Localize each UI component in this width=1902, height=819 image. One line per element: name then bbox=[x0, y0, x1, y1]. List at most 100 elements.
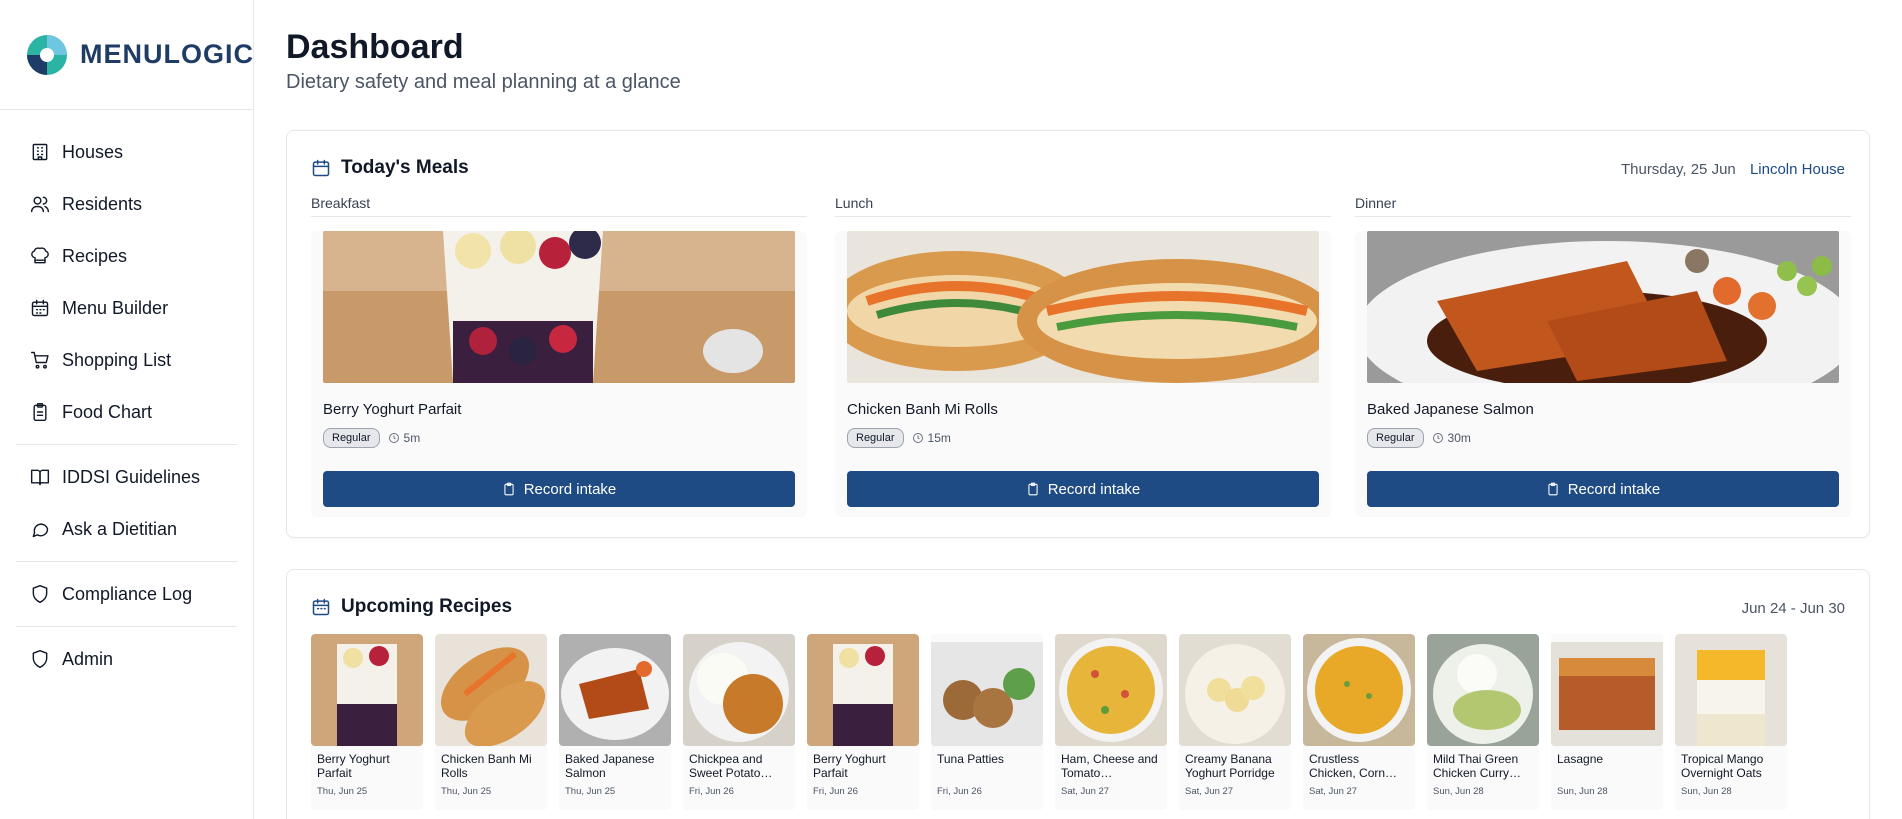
record-intake-button[interactable]: Record intake bbox=[323, 471, 795, 507]
meal-name[interactable]: Baked Japanese Salmon bbox=[1367, 401, 1839, 418]
clipboard-icon bbox=[33, 402, 47, 422]
recipe-card[interactable]: Chicken Banh Mi Rolls Thu, Jun 25 bbox=[435, 634, 547, 810]
recipe-image bbox=[807, 634, 919, 746]
sidebar-item-ask-a-dietitian[interactable]: Ask a Dietitian bbox=[0, 503, 253, 555]
prep-time-value: 30m bbox=[1447, 431, 1471, 445]
recipe-image bbox=[1055, 634, 1167, 746]
today-date: Thursday, 25 Jun bbox=[1620, 161, 1736, 178]
meal-name[interactable]: Chicken Banh Mi Rolls bbox=[847, 401, 1319, 418]
meal-tags: Regular 15m bbox=[847, 428, 1319, 448]
diet-tag: Regular bbox=[1367, 428, 1424, 448]
card-title: Upcoming Recipes bbox=[341, 596, 513, 617]
card-header: Today's Meals bbox=[311, 157, 469, 179]
shield-icon bbox=[32, 649, 48, 669]
sidebar-item-menu-builder[interactable]: Menu Builder bbox=[0, 282, 253, 334]
meal-card: Baked Japanese Salmon Regular 30m Record… bbox=[1355, 231, 1851, 517]
prep-time-value: 5m bbox=[403, 431, 421, 445]
recipe-date: Sat, Jun 27 bbox=[1185, 786, 1234, 797]
sidebar-item-compliance-log[interactable]: Compliance Log bbox=[0, 568, 253, 620]
prep-time: 15m bbox=[912, 431, 951, 445]
record-intake-button[interactable]: Record intake bbox=[847, 471, 1319, 507]
recipe-name: Berry Yoghurt Parfait bbox=[317, 752, 390, 781]
recipe-date: Sun, Jun 28 bbox=[1557, 786, 1608, 797]
sidebar-nav: Houses Residents Recipes Menu Builder Sh… bbox=[0, 110, 253, 685]
recipe-date: Sat, Jun 27 bbox=[1309, 786, 1358, 797]
building-icon bbox=[32, 143, 48, 161]
recipe-card[interactable]: Berry Yoghurt Parfait Thu, Jun 25 bbox=[311, 634, 423, 810]
recipe-image bbox=[1303, 634, 1415, 746]
recipe-image bbox=[683, 634, 795, 746]
recipe-name: Baked Japanese Salmon bbox=[565, 752, 655, 781]
prep-time: 30m bbox=[1432, 431, 1471, 445]
nav-divider bbox=[16, 444, 237, 445]
card-header: Upcoming Recipes bbox=[311, 596, 512, 618]
sidebar-item-label: Residents bbox=[62, 193, 143, 214]
sidebar-item-residents[interactable]: Residents bbox=[0, 178, 253, 230]
sidebar-item-label: Food Chart bbox=[62, 401, 153, 422]
meal-name[interactable]: Berry Yoghurt Parfait bbox=[323, 401, 795, 418]
date-range: Jun 24 - Jun 30 bbox=[1741, 600, 1845, 617]
logo-mark-icon bbox=[24, 32, 70, 78]
recipe-image bbox=[1551, 634, 1663, 746]
clipboard-icon bbox=[1548, 482, 1558, 496]
brand-name: MENULOGIC bbox=[80, 39, 254, 69]
recipe-date: Thu, Jun 25 bbox=[441, 786, 492, 797]
calendar-icon bbox=[31, 299, 49, 317]
recipe-image bbox=[1675, 634, 1787, 746]
recipe-card[interactable]: Baked Japanese Salmon Thu, Jun 25 bbox=[559, 634, 671, 810]
house-link[interactable]: Lincoln House bbox=[1750, 161, 1845, 178]
recipe-card[interactable]: Chickpea and Sweet Potato… Fri, Jun 26 bbox=[683, 634, 795, 810]
meal-column-dinner: Dinner Baked Japanese Salmon Regular 30m… bbox=[1355, 195, 1851, 517]
recipe-card[interactable]: Crustless Chicken, Corn… Sat, Jun 27 bbox=[1303, 634, 1415, 810]
recipe-date: Sun, Jun 28 bbox=[1681, 786, 1732, 797]
page-title: Dashboard bbox=[286, 28, 464, 66]
recipe-card[interactable]: Ham, Cheese and Tomato… Sat, Jun 27 bbox=[1055, 634, 1167, 810]
recipe-name: Tuna Patties bbox=[937, 752, 1004, 766]
page-subtitle: Dietary safety and meal planning at a gl… bbox=[286, 71, 681, 93]
recipe-name: Crustless Chicken, Corn… bbox=[1309, 752, 1398, 781]
prep-time: 5m bbox=[388, 431, 421, 445]
recipe-card[interactable]: Creamy Banana Yoghurt Porridge Sat, Jun … bbox=[1179, 634, 1291, 810]
sidebar-item-iddsi-guidelines[interactable]: IDDSI Guidelines bbox=[0, 451, 253, 503]
diet-tag: Regular bbox=[847, 428, 904, 448]
logo[interactable]: MENULOGIC bbox=[0, 0, 253, 110]
sidebar-item-shopping-list[interactable]: Shopping List bbox=[0, 334, 253, 386]
sidebar-item-houses[interactable]: Houses bbox=[0, 126, 253, 178]
sidebar-item-label: Admin bbox=[62, 648, 114, 669]
recipe-strip: Berry Yoghurt Parfait Thu, Jun 25 Chicke… bbox=[311, 634, 1799, 810]
sidebar-item-label: Compliance Log bbox=[62, 583, 193, 604]
sidebar-item-label: Ask a Dietitian bbox=[62, 518, 178, 539]
recipe-card[interactable]: Berry Yoghurt Parfait Fri, Jun 26 bbox=[807, 634, 919, 810]
users-icon bbox=[30, 196, 50, 213]
cart-icon bbox=[30, 351, 49, 369]
sidebar-item-recipes[interactable]: Recipes bbox=[0, 230, 253, 282]
recipe-date: Sun, Jun 28 bbox=[1433, 786, 1484, 797]
clock-icon bbox=[1432, 433, 1443, 443]
sidebar-item-label: Recipes bbox=[62, 245, 128, 266]
recipe-name: Berry Yoghurt Parfait bbox=[813, 752, 886, 781]
recipe-image bbox=[1427, 634, 1539, 746]
upcoming-recipes-card: Upcoming Recipes Jun 24 - Jun 30 Berry Y… bbox=[286, 569, 1870, 819]
chat-icon bbox=[32, 523, 49, 538]
recipe-name: Creamy Banana Yoghurt Porridge bbox=[1185, 752, 1275, 781]
recipe-card[interactable]: Lasagne Sun, Jun 28 bbox=[1551, 634, 1663, 810]
sidebar-item-admin[interactable]: Admin bbox=[0, 633, 253, 685]
meal-image bbox=[1367, 231, 1839, 383]
recipe-card[interactable]: Tropical Mango Overnight Oats Sun, Jun 2… bbox=[1675, 634, 1787, 810]
clock-icon bbox=[912, 433, 923, 443]
recipe-card[interactable]: Tuna Patties Fri, Jun 26 bbox=[931, 634, 1043, 810]
record-intake-button[interactable]: Record intake bbox=[1367, 471, 1839, 507]
recipe-date: Thu, Jun 25 bbox=[317, 786, 368, 797]
recipe-date: Fri, Jun 26 bbox=[937, 786, 982, 797]
recipe-card[interactable]: Mild Thai Green Chicken Curry… Sun, Jun … bbox=[1427, 634, 1539, 810]
button-label: Record intake bbox=[1047, 480, 1141, 498]
meal-column-breakfast: Breakfast Berry Yoghurt Parfait Regular … bbox=[311, 195, 807, 517]
calendar-icon bbox=[312, 159, 330, 177]
book-icon bbox=[30, 469, 50, 486]
chef-hat-icon bbox=[31, 247, 49, 264]
recipe-name: Lasagne bbox=[1557, 752, 1604, 766]
recipe-image bbox=[931, 634, 1043, 746]
meal-tags: Regular 5m bbox=[323, 428, 795, 448]
clipboard-icon bbox=[1028, 482, 1038, 496]
sidebar-item-food-chart[interactable]: Food Chart bbox=[0, 386, 253, 438]
